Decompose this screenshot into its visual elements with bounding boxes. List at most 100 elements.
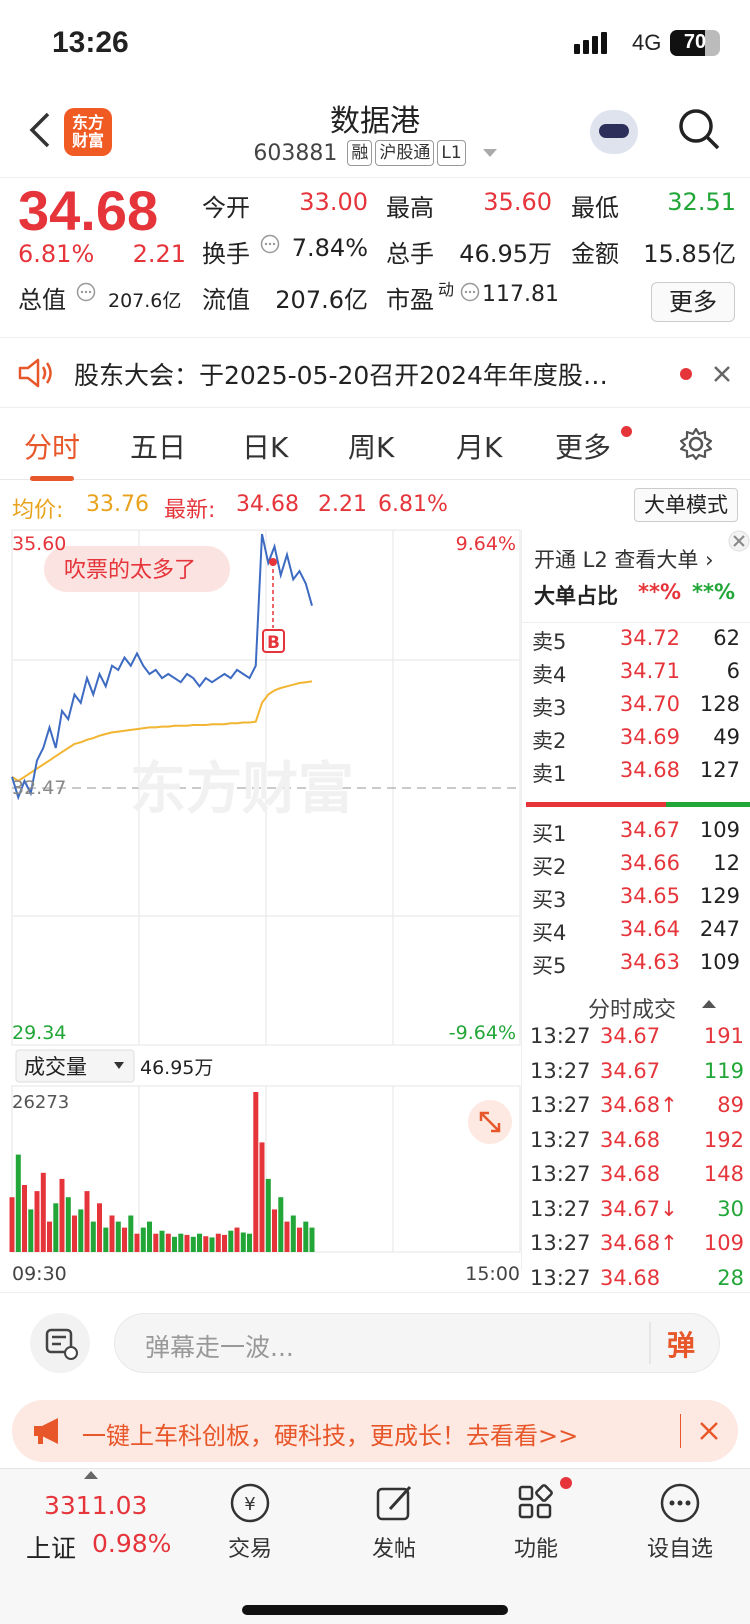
- unread-dot: [680, 368, 692, 380]
- stock-code-line[interactable]: 603881 融沪股通 L1: [0, 140, 750, 166]
- assistant-robot-icon[interactable]: [590, 110, 638, 154]
- close-icon[interactable]: [728, 530, 750, 552]
- danmu-input[interactable]: 弹幕走一波... 弹: [114, 1313, 720, 1373]
- tab-monthly-k[interactable]: 月K: [456, 426, 502, 466]
- tab-daily-k[interactable]: 日K: [242, 426, 288, 466]
- volume-bars: [9, 1092, 315, 1252]
- latest-pct: 6.81%: [378, 492, 448, 517]
- ask-row: 卖2 34.69 49: [522, 725, 744, 758]
- promo-banner[interactable]: 一键上车科创板，硬科技，更成长！去看看>>: [12, 1400, 738, 1462]
- latest-label: 最新:: [164, 498, 216, 523]
- volume-bar: [222, 1234, 227, 1252]
- volume-bar: [284, 1221, 290, 1252]
- ask-volume: 6: [726, 659, 740, 683]
- volume-bar: [165, 1233, 171, 1252]
- bid-price: 34.65: [619, 884, 680, 908]
- expand-up-icon[interactable]: [84, 1471, 98, 1479]
- bid-row: 买1 34.67 109: [522, 818, 744, 851]
- nav-add-watchlist[interactable]: 设自选: [630, 1481, 730, 1563]
- volume-bar: [178, 1233, 184, 1252]
- ask-level: 卖2: [532, 729, 567, 753]
- trade-price: 34.68: [600, 1127, 661, 1152]
- trade-price: 34.68: [600, 1162, 661, 1186]
- danmu-placeholder: 弹幕走一波...: [145, 1333, 294, 1362]
- sort-up-icon[interactable]: [702, 1000, 716, 1008]
- volume-bar: [134, 1233, 140, 1252]
- volume-bar: [28, 1209, 34, 1252]
- volume-bar: [53, 1203, 59, 1252]
- intraday-chart[interactable]: 东方财富 B 吹票的太多了 35.60 9.64% 32.47 29.34 -9…: [0, 526, 522, 1296]
- volume-bar: [40, 1172, 46, 1252]
- volume-bar: [215, 1233, 221, 1252]
- info-icon[interactable]: [76, 282, 96, 302]
- trade-row: 13:27 34.67 191: [530, 1024, 744, 1058]
- open-l2-text: 开通 L2 查看大单: [534, 548, 699, 572]
- tab-more[interactable]: 更多: [555, 426, 611, 466]
- danmu-settings-button[interactable]: [30, 1313, 90, 1373]
- volume-bar: [15, 1154, 21, 1252]
- info-icon[interactable]: [460, 282, 480, 302]
- volume-bar: [234, 1227, 240, 1252]
- notice-text: 股东大会：于2025-05-20召开2024年年度股…: [74, 361, 608, 390]
- bid-level: 买5: [532, 954, 567, 978]
- volume-bar: [122, 1227, 127, 1252]
- tab-intraday[interactable]: 分时: [24, 426, 80, 481]
- volume-bar: [109, 1215, 115, 1252]
- volume-bar: [78, 1209, 84, 1252]
- trades-title: 分时成交: [588, 998, 677, 1023]
- bid-price: 34.67: [619, 818, 680, 842]
- settings-gear-icon[interactable]: [678, 426, 714, 462]
- tab-five-day[interactable]: 五日: [130, 426, 186, 466]
- trade-row: 13:27 34.68↑ 109: [530, 1231, 744, 1265]
- trade-volume: 28: [717, 1265, 744, 1290]
- trade-volume: 30: [717, 1196, 744, 1221]
- status-time: 13:26: [52, 26, 129, 59]
- battery-icon: 70: [670, 30, 720, 56]
- close-icon[interactable]: [712, 364, 732, 384]
- open-l2-link[interactable]: 开通 L2 查看大单 ›: [534, 544, 714, 574]
- volume-bar: [253, 1092, 259, 1252]
- nav-trade[interactable]: ¥ 交易: [200, 1481, 300, 1563]
- volume-bar: [103, 1227, 109, 1252]
- trade-volume: 191: [703, 1024, 744, 1048]
- danmu-send-button[interactable]: 弹: [667, 1324, 695, 1364]
- bid-price: 34.66: [619, 851, 680, 875]
- volume-bar: [47, 1221, 52, 1252]
- trade-time: 13:27: [530, 1024, 591, 1048]
- volume-bar: [297, 1227, 302, 1252]
- nav-post[interactable]: 发帖: [344, 1481, 444, 1563]
- index-value[interactable]: 3311.03: [44, 1491, 147, 1520]
- ask-price: 34.70: [619, 692, 680, 716]
- volume-bar: [190, 1236, 196, 1252]
- search-icon[interactable]: [676, 106, 722, 152]
- big-order-sell: **%: [692, 580, 736, 604]
- nav-function[interactable]: 功能: [486, 1477, 586, 1563]
- more-quote-button[interactable]: 更多: [651, 282, 735, 322]
- notice-bar[interactable]: 股东大会：于2025-05-20召开2024年年度股…: [0, 338, 750, 408]
- danmu-list-icon: [45, 1328, 78, 1360]
- tag-margin: 融: [347, 140, 373, 166]
- big-order-mode-button[interactable]: 大单模式: [634, 488, 738, 522]
- volume-bar: [147, 1221, 152, 1252]
- edit-icon: [376, 1485, 412, 1521]
- tag-level: L1: [437, 140, 466, 166]
- avg-value: 33.76: [86, 492, 149, 517]
- close-icon[interactable]: [698, 1420, 720, 1442]
- price-info-bar: 均价: 33.76 最新: 34.68 2.21 6.81% 大单模式: [0, 482, 750, 526]
- trade-price: 34.67: [600, 1024, 661, 1048]
- volume-bar: [309, 1227, 315, 1252]
- svg-text:¥: ¥: [244, 1494, 255, 1515]
- volume-label: 总手: [386, 240, 434, 268]
- chevron-down-icon[interactable]: [482, 149, 497, 157]
- ask-price: 34.72: [619, 626, 680, 650]
- bid-row: 买3 34.65 129: [522, 884, 744, 917]
- bid-ratio-bar: [666, 802, 750, 807]
- volume-bar: [59, 1178, 65, 1252]
- amount-value: 15.85亿: [643, 240, 736, 268]
- bottom-nav: 3311.03 上证 0.98% ¥ 交易 发帖 功能 设自选: [0, 1468, 750, 1624]
- axis-prev-close: 32.47: [12, 777, 66, 799]
- latest-value: 34.68: [236, 492, 299, 517]
- ask-volume: 128: [699, 692, 740, 716]
- tab-weekly-k[interactable]: 周K: [348, 426, 394, 466]
- turnover-label: 换手: [202, 240, 250, 268]
